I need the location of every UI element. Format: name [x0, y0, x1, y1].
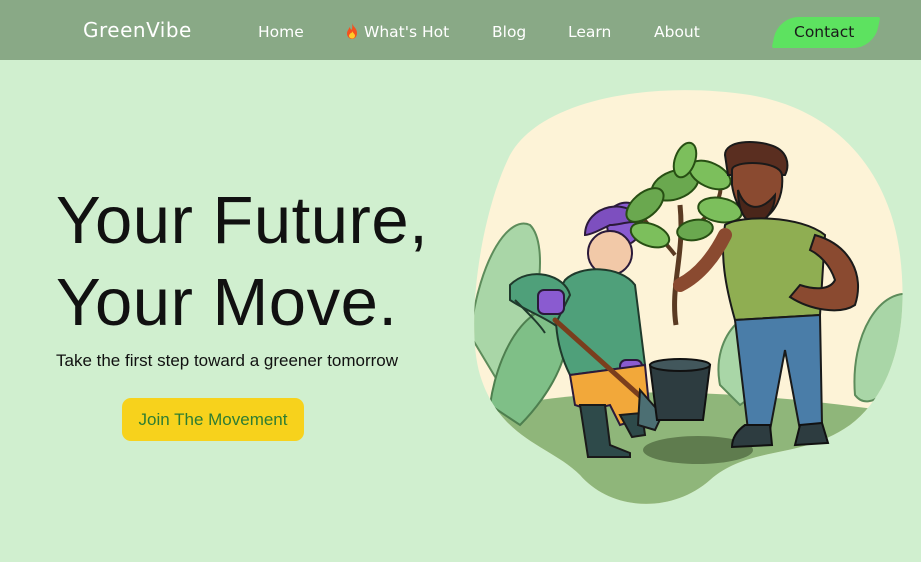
nav-label-whats-hot: What's Hot — [364, 23, 450, 41]
nav-link-whats-hot[interactable]: What's Hot — [345, 23, 449, 41]
fire-icon — [347, 23, 357, 39]
brand-logo[interactable]: GreenVibe — [83, 18, 192, 42]
nav-link-learn[interactable]: Learn — [568, 23, 611, 41]
hero-title: Your Future, Your Move. — [56, 180, 428, 344]
hero-subtitle: Take the first step toward a greener tom… — [56, 351, 399, 370]
hero-title-line-1: Your Future, — [56, 183, 429, 258]
hero-title-line-2: Your Move. — [56, 265, 398, 340]
top-navbar: GreenVibe Home What's Hot Blog Learn Abo… — [0, 0, 921, 60]
contact-button-label[interactable]: Contact — [794, 23, 854, 41]
nav-link-about[interactable]: About — [654, 23, 700, 41]
nav-link-home[interactable]: Home — [258, 23, 304, 41]
nav-link-blog[interactable]: Blog — [492, 23, 526, 41]
join-movement-button[interactable]: Join The Movement — [122, 398, 304, 441]
tree-planting-illustration — [474, 90, 903, 504]
